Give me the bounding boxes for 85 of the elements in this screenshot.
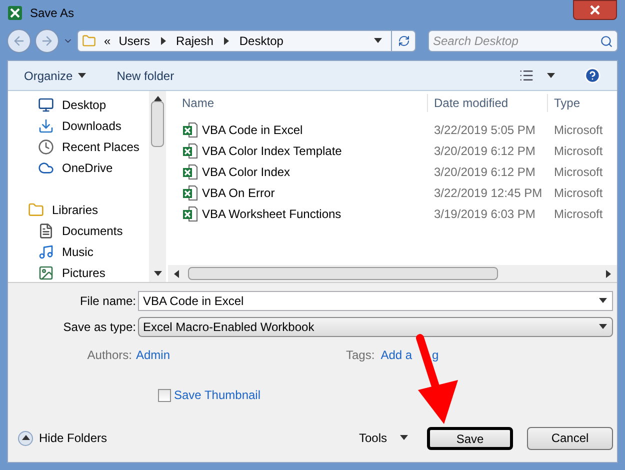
- back-button[interactable]: [7, 29, 31, 53]
- nav-item[interactable]: Recent Places: [62, 138, 140, 156]
- field-label: Save as type:: [62, 319, 137, 336]
- horizontal-scrollbar[interactable]: [168, 265, 617, 282]
- nav-item[interactable]: Desktop: [62, 96, 106, 114]
- breadcrumb-overflow[interactable]: «: [104, 32, 111, 50]
- breadcrumb-item[interactable]: Desktop: [239, 32, 284, 50]
- close-icon: [590, 5, 600, 15]
- cloud-icon: [38, 160, 54, 176]
- folder-icon: [28, 202, 44, 218]
- thumbnail-checkbox[interactable]: [158, 388, 171, 402]
- checkbox-label[interactable]: Save Thumbnail: [174, 386, 260, 404]
- caret-icon: [76, 70, 87, 80]
- spreadsheet-app-icon: [8, 6, 22, 20]
- collapse-icon: [20, 433, 30, 443]
- type-cell-text: Microsoft: [553, 184, 603, 202]
- forward-button[interactable]: [35, 29, 59, 53]
- new-folder-button[interactable]: New folder: [116, 66, 174, 84]
- nav-item[interactable]: Documents: [62, 222, 123, 240]
- file-name-field[interactable]: VBA Code in Excel: [138, 291, 613, 311]
- tags-link[interactable]: Add a: [380, 346, 412, 364]
- column-header[interactable]: Date modified: [427, 94, 547, 112]
- tags-link-fragment[interactable]: g: [432, 346, 439, 364]
- breadcrumb-item[interactable]: Rajesh: [176, 32, 214, 50]
- nav-item[interactable]: OneDrive: [62, 158, 113, 176]
- nav-item[interactable]: Music: [62, 242, 94, 260]
- file-name[interactable]: VBA Code in Excel: [202, 120, 303, 138]
- date-cell-text: 3/20/2019 6:12 PM: [433, 164, 536, 180]
- scroll-thumb[interactable]: [188, 267, 498, 280]
- refresh-icon: [398, 35, 410, 47]
- file-name[interactable]: VBA Color Index: [202, 162, 290, 180]
- field-label: Authors:: [86, 347, 132, 364]
- view-dropdown-icon: [546, 70, 556, 80]
- nav-item[interactable]: Pictures: [62, 264, 106, 282]
- save-button[interactable]: Save: [427, 426, 513, 450]
- spreadsheet-file-icon: [182, 184, 198, 200]
- type-cell-text: Microsoft: [553, 164, 603, 180]
- scroll-right-icon: [603, 268, 613, 278]
- spreadsheet-file-icon: [182, 206, 198, 222]
- window-title: Save As: [30, 5, 74, 22]
- clock-icon: [38, 138, 54, 154]
- date-cell-text: 3/22/2019 5:05 PM: [433, 122, 536, 138]
- view-options-icon[interactable]: [519, 68, 534, 83]
- field-label: Tags:: [346, 347, 375, 364]
- document-icon: [38, 222, 54, 238]
- organize-menu[interactable]: Organize: [24, 66, 87, 84]
- forward-arrow-icon: [40, 34, 54, 48]
- music-note-icon: [38, 244, 54, 260]
- spreadsheet-file-icon: [182, 164, 198, 180]
- search-icon: [600, 34, 613, 48]
- nav-item[interactable]: Libraries: [52, 200, 98, 218]
- authors-link[interactable]: Admin: [136, 346, 346, 364]
- download-icon: [38, 118, 54, 134]
- field-label: File name:: [78, 293, 137, 310]
- image-icon: [38, 264, 54, 280]
- date-cell-text: 3/20/2019 6:12 PM: [433, 142, 536, 160]
- folder-icon: [82, 34, 96, 48]
- monitor-icon: [38, 96, 54, 112]
- file-name[interactable]: VBA Worksheet Functions: [202, 204, 342, 222]
- address-bar[interactable]: « Users Rajesh Desktop: [77, 30, 416, 52]
- date-cell-text: 3/19/2019 6:03 PM: [433, 206, 536, 222]
- breadcrumb-item[interactable]: Users: [118, 32, 150, 50]
- close-button[interactable]: [573, 0, 617, 20]
- help-icon[interactable]: [584, 67, 601, 84]
- file-name[interactable]: VBA On Error: [202, 184, 275, 202]
- type-cell-text: Microsoft: [553, 122, 603, 138]
- hide-folders-button[interactable]: Hide Folders: [18, 429, 108, 447]
- date-cell-text: 3/22/2019 12:45 PM: [433, 184, 544, 202]
- file-name[interactable]: VBA Color Index Template: [202, 142, 342, 160]
- nav-item[interactable]: Downloads: [62, 116, 122, 134]
- cancel-button[interactable]: Cancel: [527, 426, 613, 450]
- scroll-thumb[interactable]: [151, 101, 164, 147]
- nav-scrollbar[interactable]: [149, 91, 166, 282]
- spreadsheet-file-icon: [182, 142, 198, 158]
- scroll-left-icon: [172, 268, 182, 278]
- column-header[interactable]: Name: [168, 94, 427, 112]
- scroll-up-icon: [152, 94, 162, 104]
- breadcrumb-separator-icon: [158, 36, 168, 46]
- save-type-dropdown[interactable]: Excel Macro-Enabled Workbook: [138, 317, 613, 337]
- column-header[interactable]: Type: [547, 94, 580, 112]
- spreadsheet-file-icon: [182, 122, 198, 138]
- tools-menu[interactable]: Tools: [358, 429, 409, 447]
- breadcrumb-separator-icon: [221, 36, 232, 46]
- type-cell-text: Microsoft: [553, 142, 603, 160]
- type-cell-text: Microsoft: [553, 206, 603, 222]
